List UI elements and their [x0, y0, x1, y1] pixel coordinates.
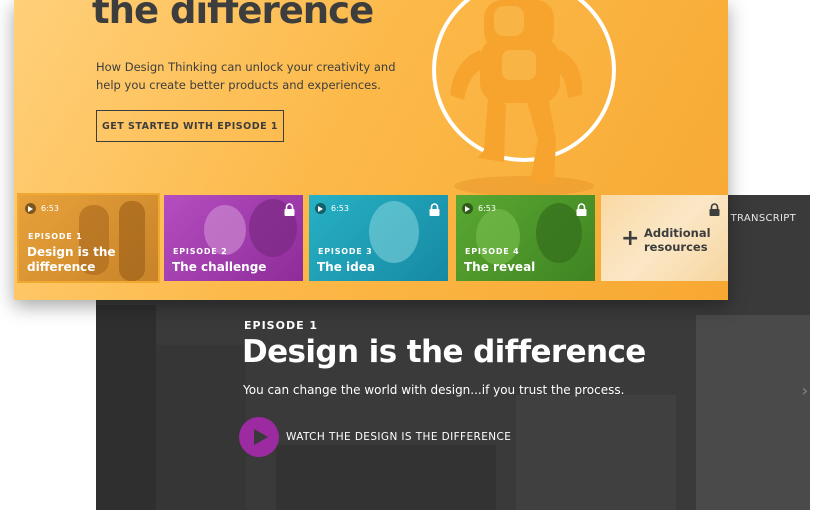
hero-panel: the difference How Design Thinking can u…	[14, 0, 728, 300]
lock-icon	[284, 201, 295, 220]
duration-label: 6:53	[41, 204, 59, 213]
episode-number: EPISODE 1	[28, 232, 83, 241]
episode-title-line: difference	[27, 260, 96, 274]
duration-label: 6:53	[478, 204, 496, 213]
watch-episode-label[interactable]: WATCH THE DESIGN IS THE DIFFERENCE	[286, 431, 511, 443]
detail-title: Design is the difference	[242, 334, 646, 370]
play-icon	[462, 203, 473, 214]
episode-title: Design is the difference	[27, 245, 147, 275]
hero-heading: the difference	[92, 0, 374, 32]
resources-label-line: Additional	[644, 226, 711, 240]
episode-duration: 6:53	[462, 203, 496, 214]
detail-subtitle: You can change the world with design...i…	[243, 383, 625, 397]
get-started-button[interactable]: GET STARTED WITH EPISODE 1	[96, 110, 284, 142]
transcript-link[interactable]: O TRANSCRIPT	[719, 213, 796, 224]
astronaut-illustration	[432, 0, 616, 195]
detail-episode-label: EPISODE 1	[244, 319, 319, 332]
episode-title: The reveal	[464, 260, 536, 274]
episode-card-1[interactable]: 6:53 EPISODE 1 Design is the difference	[17, 193, 160, 283]
additional-resources-label: Additional resources	[644, 226, 724, 254]
plus-icon: +	[621, 226, 640, 251]
episode-title: The challenge	[172, 260, 267, 274]
additional-resources-card[interactable]: + Additional resources	[601, 195, 728, 281]
play-icon[interactable]	[239, 417, 279, 457]
episode-card-3[interactable]: 6:53 EPISODE 3 The idea	[309, 195, 448, 281]
episode-card-4[interactable]: 6:53 EPISODE 4 The reveal	[456, 195, 595, 281]
episode-duration: 6:53	[25, 203, 59, 214]
episode-title-line: Design is the	[27, 245, 116, 259]
episode-number: EPISODE 3	[318, 247, 373, 256]
lock-icon	[429, 201, 440, 220]
hero-subtitle: How Design Thinking can unlock your crea…	[96, 58, 396, 94]
background-photo-region	[96, 305, 156, 510]
background-photo-region	[516, 395, 676, 510]
background-photo-region	[156, 345, 246, 510]
background-photo-region	[696, 315, 810, 510]
episode-title: The idea	[317, 260, 375, 274]
resources-label-line: resources	[644, 240, 708, 254]
hero-subtitle-line: How Design Thinking can unlock your crea…	[96, 60, 396, 74]
episode-number: EPISODE 4	[465, 247, 520, 256]
lock-icon	[576, 201, 587, 220]
chevron-right-icon[interactable]: ›	[802, 381, 808, 400]
episode-number: EPISODE 2	[173, 247, 228, 256]
play-icon	[25, 203, 36, 214]
duration-label: 6:53	[331, 204, 349, 213]
episode-cards: 6:53 EPISODE 1 Design is the difference …	[14, 193, 728, 287]
lock-icon	[709, 201, 720, 220]
episode-duration: 6:53	[315, 203, 349, 214]
hero-subtitle-line: help you create better products and expe…	[96, 78, 381, 92]
episode-card-2[interactable]: EPISODE 2 The challenge	[164, 195, 303, 281]
play-icon	[315, 203, 326, 214]
watch-episode-button[interactable]: WATCH THE DESIGN IS THE DIFFERENCE	[239, 417, 511, 457]
